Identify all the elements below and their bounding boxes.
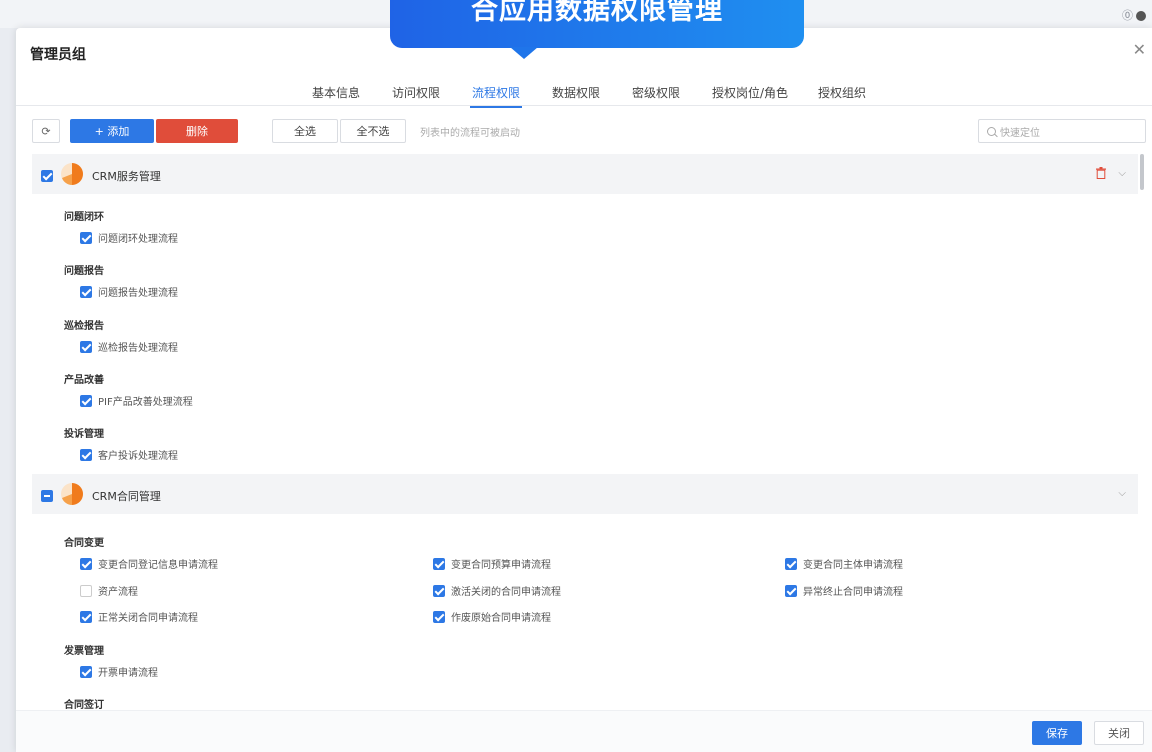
workflow-item[interactable]: 问题报告处理流程	[80, 284, 178, 299]
trash-icon[interactable]	[1096, 167, 1106, 179]
search-input[interactable]: 快速定位	[978, 119, 1146, 143]
app-logo-icon	[61, 163, 83, 185]
toolbar-hint: 列表中的流程可被启动	[420, 128, 520, 139]
add-button[interactable]: + 添加	[70, 119, 154, 143]
workflow-checkbox[interactable]	[433, 557, 445, 570]
workflow-checkbox[interactable]	[80, 665, 92, 678]
help-icon[interactable]: ⓪	[1122, 9, 1133, 22]
background-header-icons: ⓪	[1122, 7, 1146, 23]
workflow-item[interactable]: 开票申请流程	[80, 664, 158, 679]
tab-basic-info[interactable]: 基本信息	[312, 84, 360, 101]
workflow-checkbox[interactable]	[80, 285, 92, 298]
permission-dialog: 管理员组 ✕ 基本信息 访问权限 流程权限 数据权限 密级权限 授权岗位/角色 …	[16, 28, 1152, 752]
workflow-checkbox[interactable]	[433, 584, 445, 597]
banner-pointer	[510, 47, 538, 59]
workflow-label: 客户投诉处理流程	[98, 451, 178, 462]
tab-access[interactable]: 访问权限	[392, 84, 440, 101]
workflow-label: 开票申请流程	[98, 668, 158, 679]
search-icon	[987, 126, 996, 136]
workflow-item[interactable]: PIF产品改善处理流程	[80, 393, 193, 408]
workflow-item[interactable]: 正常关闭合同申请流程	[80, 609, 198, 624]
refresh-icon: ⟳	[41, 124, 51, 138]
tab-bar: 基本信息 访问权限 流程权限 数据权限 密级权限 授权岗位/角色 授权组织	[16, 80, 1152, 108]
dialog-footer: 保存 关闭	[16, 710, 1152, 752]
workflow-checkbox[interactable]	[80, 394, 92, 407]
workflow-label: 问题报告处理流程	[98, 288, 178, 299]
workflow-label: 巡检报告处理流程	[98, 343, 178, 354]
workflow-checkbox[interactable]	[785, 584, 797, 597]
workflow-item[interactable]: 作废原始合同申请流程	[433, 609, 551, 624]
app-logo-icon	[61, 483, 83, 505]
workflow-label: 变更合同登记信息申请流程	[98, 560, 218, 571]
category-label: 问题闭环	[64, 212, 104, 223]
workflow-label: 正常关闭合同申请流程	[98, 613, 198, 624]
select-all-button[interactable]: 全选	[272, 119, 338, 143]
dialog-title: 管理员组	[30, 47, 86, 63]
workflow-checkbox[interactable]	[80, 231, 92, 244]
category-label: 发票管理	[64, 646, 104, 657]
search-placeholder: 快速定位	[1000, 127, 1040, 139]
workflow-item[interactable]: 异常终止合同申请流程	[785, 583, 903, 598]
workflow-list: CRM服务管理 ⌵ 问题闭环 问题闭环处理流程 问题报告 问题报告处理流程 巡检…	[32, 154, 1138, 710]
chevron-down-icon[interactable]: ⌵	[1118, 168, 1126, 179]
workflow-label: PIF产品改善处理流程	[98, 397, 193, 408]
workflow-label: 问题闭环处理流程	[98, 234, 178, 245]
category-label: 巡检报告	[64, 321, 104, 332]
workflow-item[interactable]: 激活关闭的合同申请流程	[433, 583, 561, 598]
banner-title: 合应用数据权限管理	[471, 0, 723, 26]
workflow-item[interactable]: 变更合同主体申请流程	[785, 556, 903, 571]
workflow-checkbox[interactable]	[80, 340, 92, 353]
tab-security-level[interactable]: 密级权限	[632, 84, 680, 101]
title-banner: 合应用数据权限管理	[390, 0, 804, 48]
workflow-checkbox[interactable]	[80, 584, 92, 597]
tab-data[interactable]: 数据权限	[552, 84, 600, 101]
workflow-item[interactable]: 变更合同登记信息申请流程	[80, 556, 218, 571]
category-label: 问题报告	[64, 266, 104, 277]
category-label: 合同变更	[64, 538, 104, 549]
close-icon[interactable]: ✕	[1133, 40, 1146, 59]
delete-button[interactable]: 删除	[156, 119, 238, 143]
scrollbar[interactable]	[1140, 154, 1144, 190]
select-none-button[interactable]: 全不选	[340, 119, 406, 143]
category-label: 合同签订	[64, 700, 104, 710]
workflow-checkbox[interactable]	[785, 557, 797, 570]
tab-workflow[interactable]: 流程权限	[469, 84, 523, 108]
workflow-label: 作废原始合同申请流程	[451, 613, 551, 624]
refresh-button[interactable]: ⟳	[32, 119, 60, 143]
close-button[interactable]: 关闭	[1094, 721, 1144, 745]
workflow-label: 激活关闭的合同申请流程	[451, 587, 561, 598]
user-avatar-icon[interactable]	[1136, 11, 1146, 21]
group-title: CRM服务管理	[92, 170, 161, 183]
workflow-checkbox[interactable]	[433, 610, 445, 623]
workflow-item[interactable]: 巡检报告处理流程	[80, 339, 178, 354]
workflow-label: 变更合同预算申请流程	[451, 560, 551, 571]
workflow-label: 异常终止合同申请流程	[803, 587, 903, 598]
tab-authorized-roles[interactable]: 授权岗位/角色	[712, 84, 788, 101]
workflow-item[interactable]: 资产流程	[80, 583, 138, 598]
workflow-item[interactable]: 问题闭环处理流程	[80, 230, 178, 245]
workflow-label: 资产流程	[98, 587, 138, 598]
workflow-item[interactable]: 客户投诉处理流程	[80, 447, 178, 462]
category-label: 投诉管理	[64, 429, 104, 440]
tab-authorized-org[interactable]: 授权组织	[818, 84, 866, 101]
group-header[interactable]: CRM服务管理 ⌵	[32, 154, 1138, 194]
chevron-down-icon[interactable]: ⌵	[1118, 488, 1126, 499]
workflow-checkbox[interactable]	[80, 557, 92, 570]
category-label: 产品改善	[64, 375, 104, 386]
workflow-label: 变更合同主体申请流程	[803, 560, 903, 571]
workflow-item[interactable]: 变更合同预算申请流程	[433, 556, 551, 571]
group-checkbox[interactable]	[41, 170, 53, 182]
toolbar: ⟳ + 添加 删除 全选 全不选 列表中的流程可被启动 快速定位	[32, 119, 1146, 143]
save-button[interactable]: 保存	[1032, 721, 1082, 745]
workflow-checkbox[interactable]	[80, 610, 92, 623]
group-checkbox[interactable]	[41, 490, 53, 502]
group-header[interactable]: CRM合同管理 ⌵	[32, 474, 1138, 514]
group-title: CRM合同管理	[92, 490, 161, 503]
workflow-checkbox[interactable]	[80, 448, 92, 461]
